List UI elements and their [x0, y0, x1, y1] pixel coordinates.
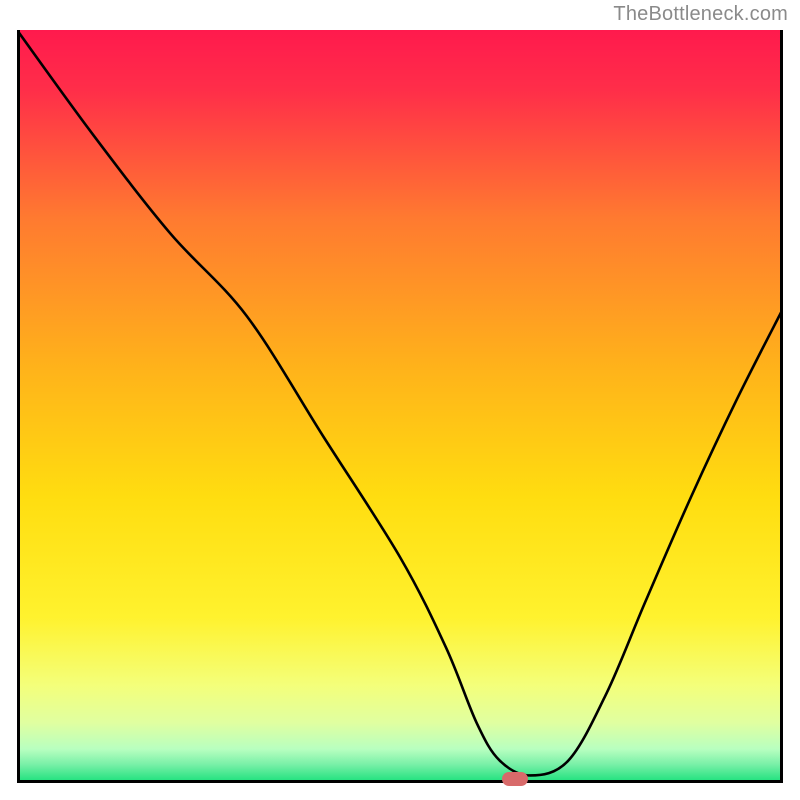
- axes-frame: [17, 30, 783, 783]
- watermark-text: TheBottleneck.com: [613, 3, 788, 26]
- bottleneck-min-marker: [502, 772, 528, 786]
